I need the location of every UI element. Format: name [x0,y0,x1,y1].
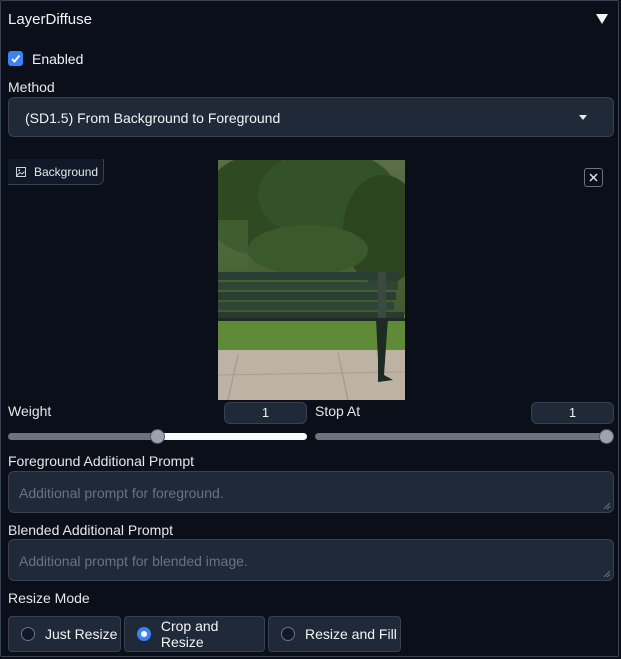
stop-at-slider[interactable] [315,429,614,444]
layerdiffuse-panel: LayerDiffuse Enabled Method (SD1.5) From… [0,0,619,657]
radio-just-resize[interactable]: Just Resize [8,616,121,652]
enabled-checkbox[interactable] [8,51,23,66]
chevron-down-icon [579,115,587,120]
radio-label: Resize and Fill [305,626,397,642]
close-icon [589,173,598,182]
radio-crop-and-resize[interactable]: Crop and Resize [124,616,265,652]
radio-circle-icon [281,627,295,641]
blended-prompt-input[interactable]: Additional prompt for blended image. [8,539,614,581]
resize-grip-icon[interactable] [603,502,611,510]
weight-slider-thumb[interactable] [150,429,165,444]
stop-at-number-input[interactable]: 1 [531,402,614,424]
weight-slider-fill [158,433,307,440]
weight-number-input[interactable]: 1 [224,402,307,424]
clear-image-button[interactable] [584,168,603,187]
collapse-triangle-icon[interactable] [594,11,610,27]
enabled-label: Enabled [32,51,84,67]
radio-label: Just Resize [45,626,118,642]
check-icon [11,54,21,63]
radio-resize-and-fill[interactable]: Resize and Fill [268,616,401,652]
radio-selected-icon [137,627,151,641]
background-tab-label: Background [34,164,99,179]
radio-label: Crop and Resize [160,618,219,650]
foreground-prompt-label: Foreground Additional Prompt [8,453,194,469]
radio-circle-icon [21,627,35,641]
blended-prompt-label: Blended Additional Prompt [8,522,173,538]
resize-grip-icon[interactable] [603,570,611,578]
background-image-preview[interactable] [218,160,405,400]
weight-label: Weight [8,403,52,419]
method-label: Method [8,79,55,95]
weight-slider[interactable] [8,429,307,444]
stop-at-slider-thumb[interactable] [599,429,614,444]
blended-prompt-placeholder: Additional prompt for blended image. [19,553,248,569]
foreground-prompt-input[interactable]: Additional prompt for foreground. [8,471,614,513]
method-dropdown[interactable]: (SD1.5) From Background to Foreground [8,97,614,137]
panel-title: LayerDiffuse [8,11,92,28]
image-icon [16,166,26,177]
stop-at-label: Stop At [315,403,361,419]
background-image-tab: Background [8,159,104,185]
foreground-prompt-placeholder: Additional prompt for foreground. [19,485,224,501]
method-value: (SD1.5) From Background to Foreground [25,110,281,126]
resize-mode-label: Resize Mode [8,590,90,606]
